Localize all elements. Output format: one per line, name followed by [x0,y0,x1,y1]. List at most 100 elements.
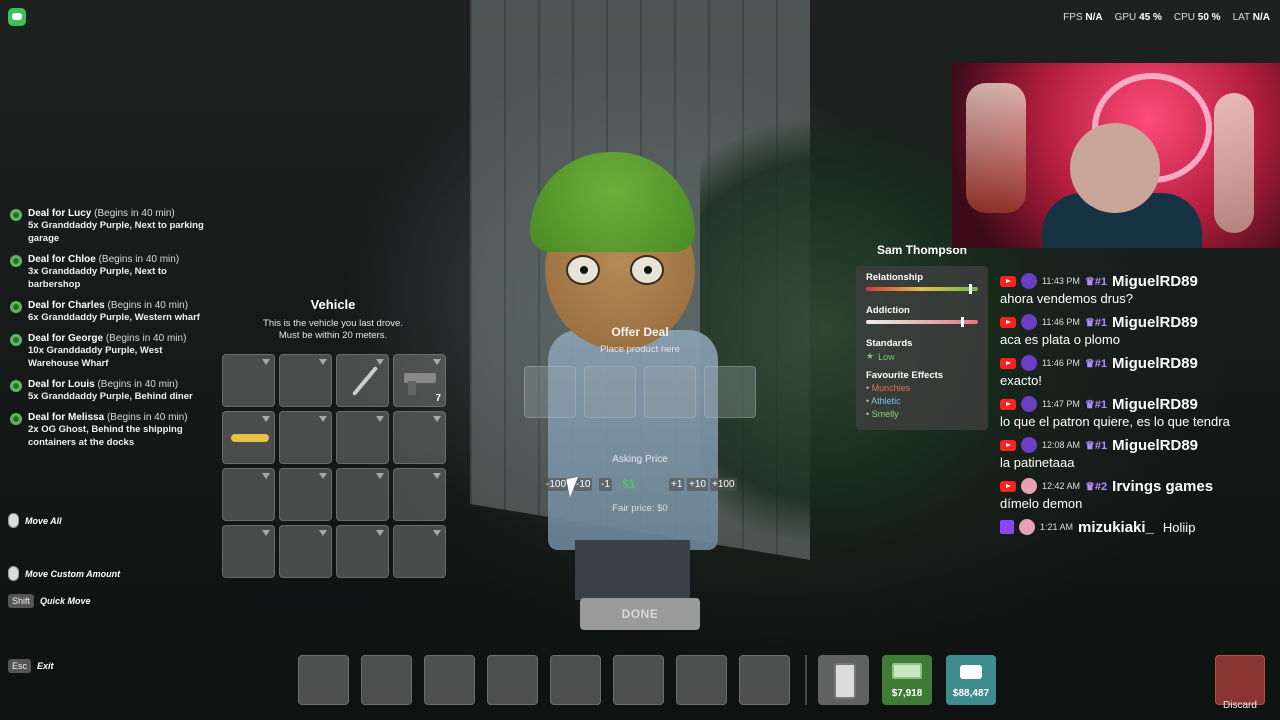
deal-item: Deal for George (Begins in 40 min) 10x G… [10,333,210,370]
star-icon: ★ [866,351,875,361]
hint-label: Move Custom Amount [25,568,121,579]
hotbar-slot[interactable] [298,655,349,705]
asking-price-value: $1 [622,477,636,491]
avatar [1021,396,1037,412]
offer-slots [524,366,756,418]
inventory-slot[interactable] [393,411,446,464]
cam-streamer-head [1070,123,1160,213]
effect-item: Smelly [866,408,978,421]
npc-right-eye [630,255,664,285]
chat-message: 11:47 PM ♛#1 MiguelRD89 lo que el patron q… [1000,395,1275,430]
price-plus-100-button[interactable]: +100 [710,478,737,491]
phone-slot[interactable] [818,655,869,705]
vehicle-desc-line: This is the vehicle you last drove. [263,318,403,329]
offer-slot[interactable] [584,366,636,418]
chat-username: MiguelRD89 [1111,272,1198,290]
deal-desc: 5x Granddaddy Purple, Behind diner [28,391,193,402]
chat-text: exacto! [1000,373,1042,388]
deal-title: Deal for Melissa [28,412,105,423]
deal-title: Deal for Charles [28,300,105,311]
inventory-slot[interactable] [393,525,446,578]
inventory-slot[interactable]: 7 [393,354,446,407]
standards-label: Standards [866,338,913,349]
bank-amount: $88,487 [952,688,990,699]
crown-badge-icon: ♛#1 [1084,316,1107,329]
deal-title: Deal for Lucy [28,208,92,219]
chat-username: MiguelRD89 [1111,354,1198,372]
avatar [1021,273,1037,289]
deal-desc: 3x Granddaddy Purple, Next to barbershop [28,266,167,290]
deal-item: Deal for Melissa (Begins in 40 min) 2x O… [10,412,210,449]
card-icon [960,665,982,679]
hint-move-all: Move All [8,513,62,528]
deal-timing: (Begins in 40 min) [97,379,179,390]
inventory-slot[interactable] [279,354,332,407]
chat-time: 11:47 PM [1042,399,1080,409]
inventory-slot[interactable] [336,354,389,407]
crown-badge-icon: ♛#1 [1084,398,1107,411]
esc-key: Esc [8,659,32,673]
cam-skeleton [1214,93,1254,233]
chat-text: lo que el patron quiere, es lo que tendr… [1000,414,1230,429]
hint-label: Quick Move [40,596,91,606]
price-plus-1-button[interactable]: +1 [669,478,685,491]
deal-timing: (Begins in 40 min) [105,333,187,344]
offer-title: Offer Deal [611,325,669,339]
discard-slot[interactable] [1215,655,1265,705]
price-minus-100-button[interactable]: -100 [544,478,569,491]
crown-badge-icon: ♛#1 [1084,275,1107,288]
offer-slot[interactable] [524,366,576,418]
inventory-slot[interactable] [279,468,332,521]
deal-timing: (Begins in 40 min) [107,300,189,311]
price-plus-10-button[interactable]: +10 [687,478,708,491]
bank-slot[interactable]: $88,487 [946,655,996,705]
inventory-slot[interactable] [336,468,389,521]
chat-message: 11:46 PM ♛#1 MiguelRD89 exacto! [1000,354,1275,389]
hotbar-slot[interactable] [487,655,538,705]
inventory-slot[interactable] [222,411,275,464]
deal-status-icon [10,255,22,267]
done-button[interactable]: DONE [580,598,700,630]
chat-app-icon[interactable] [8,8,26,26]
hotbar-slot[interactable] [739,655,790,705]
cash-slot[interactable]: $7,918 [882,655,932,705]
inventory-slot[interactable] [222,468,275,521]
inventory-slot[interactable] [336,411,389,464]
hint-quick-move: Shift Quick Move [8,594,91,608]
addiction-marker [961,317,965,327]
hotbar-slot[interactable] [424,655,475,705]
effects-label: Favourite Effects [866,370,944,381]
hotbar-slot[interactable] [613,655,664,705]
inventory-slot[interactable] [393,468,446,521]
avatar [1021,437,1037,453]
inventory-slot[interactable] [336,525,389,578]
deal-desc: 6x Granddaddy Purple, Western wharf [28,312,200,323]
inventory-slot[interactable] [222,354,275,407]
offer-subtitle: Place product here [600,344,680,355]
deal-timing: (Begins in 40 min) [98,254,180,265]
fair-price: Fair price: $0 [612,503,668,514]
offer-slot[interactable] [644,366,696,418]
effect-item: Athletic [866,395,978,408]
deal-item: Deal for Louis (Begins in 40 min) 5x Gra… [10,379,210,403]
offer-slot[interactable] [704,366,756,418]
youtube-icon [1000,357,1016,369]
price-minus-1-button[interactable]: -1 [599,478,612,491]
youtube-icon [1000,316,1016,328]
npc-info-panel: Relationship Addiction Standards ★ Low Fa… [856,266,988,430]
deal-status-icon [10,334,22,346]
inventory-slot[interactable] [279,411,332,464]
chat-time: 11:43 PM [1042,276,1080,286]
youtube-icon [1000,439,1016,451]
chat-username: Irvings games [1112,477,1214,495]
hint-label: Move All [25,515,62,526]
chat-time: 1:21 AM [1040,522,1074,532]
hotbar-slot[interactable] [550,655,601,705]
inventory-slot[interactable] [279,525,332,578]
discard-label: Discard [1223,700,1257,711]
hotbar-slot[interactable] [361,655,412,705]
deal-item: Deal for Charles (Begins in 40 min) 6x G… [10,300,210,324]
hotbar-slot[interactable] [676,655,727,705]
inventory-slot[interactable] [222,525,275,578]
item-count: 7 [435,393,441,404]
